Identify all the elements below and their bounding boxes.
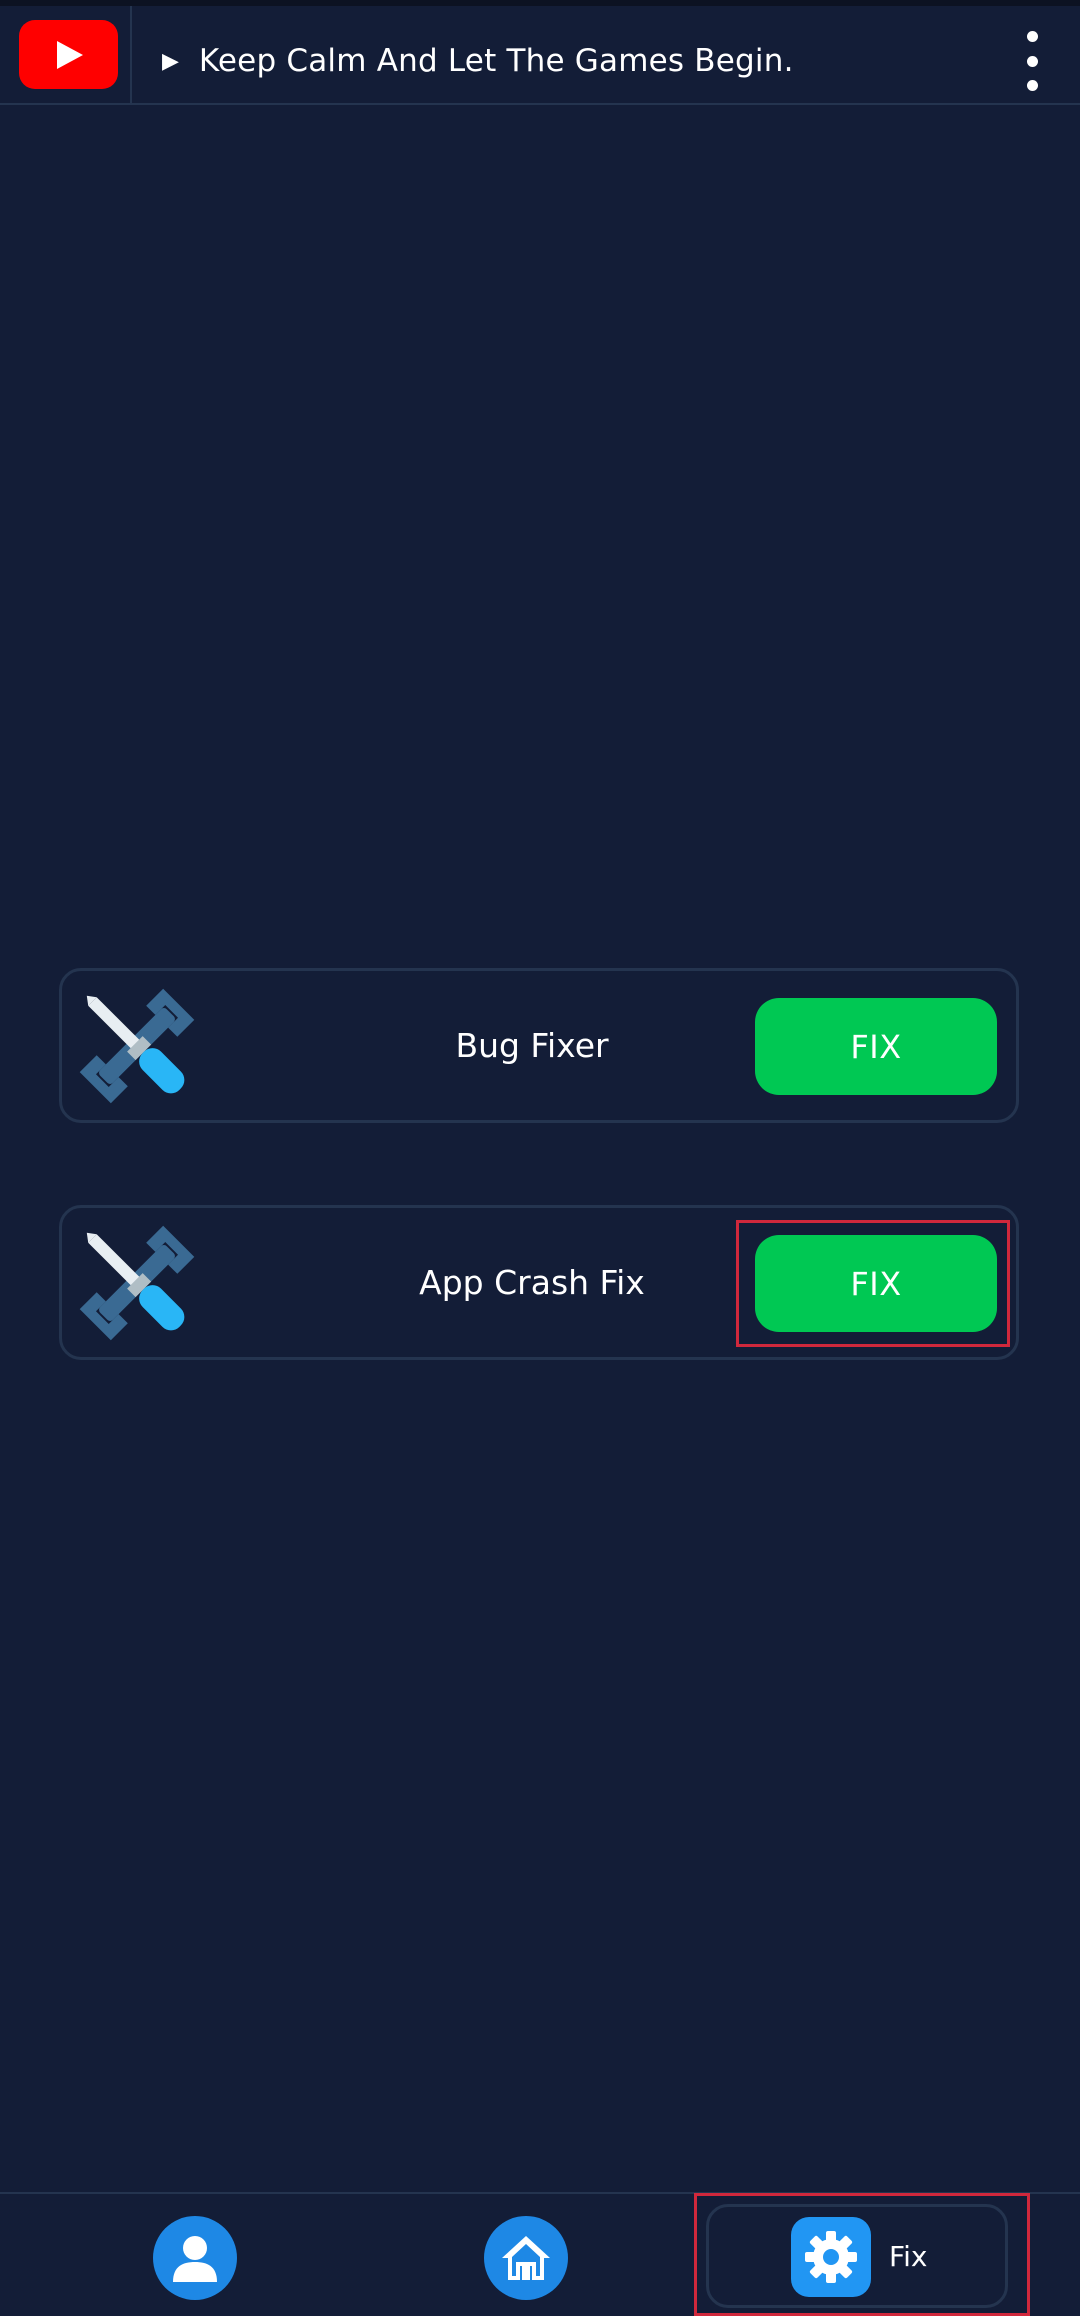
ticker-text: Keep Calm And Let The Games Begin. [198,43,794,79]
nav-home-button[interactable] [484,2216,568,2300]
top-bar: ▶ Keep Calm And Let The Games Begin. [0,0,1080,105]
more-options-icon[interactable] [1010,31,1054,91]
bug-fixer-card: Bug Fixer FIX [59,968,1019,1123]
tools-icon [79,1225,195,1341]
user-icon [173,2236,217,2282]
card-title: Bug Fixer [455,1026,609,1065]
nav-profile-button[interactable] [153,2216,237,2300]
dot [1026,80,1038,91]
card-title: App Crash Fix [419,1263,645,1302]
bug-fixer-fix-button[interactable]: FIX [755,998,997,1095]
app-crash-fix-card: App Crash Fix FIX [59,1205,1019,1360]
nav-fix-label: Fix [889,2239,928,2273]
dot [1026,55,1038,67]
play-icon [57,41,83,69]
gear-icon-box [791,2217,871,2297]
divider [130,6,132,105]
news-ticker: ▶ Keep Calm And Let The Games Begin. [162,36,794,86]
home-icon [502,2236,550,2280]
bottom-nav: Fix [0,2192,1080,2316]
tools-icon [79,988,195,1104]
youtube-icon[interactable] [19,20,118,89]
nav-fix-button[interactable]: Fix [706,2204,1008,2308]
dot [1026,31,1038,42]
ticker-arrow-icon: ▶ [162,48,179,74]
gear-icon [805,2231,857,2283]
app-crash-fix-button[interactable]: FIX [755,1235,997,1332]
